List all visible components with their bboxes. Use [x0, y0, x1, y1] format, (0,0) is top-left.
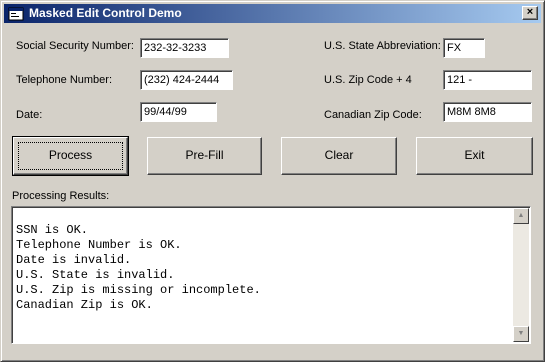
canadian-zip-label: Canadian Zip Code:	[324, 109, 422, 121]
date-field[interactable]: 99/44/99	[140, 102, 217, 122]
zip-label: U.S. Zip Code + 4	[324, 74, 412, 86]
ssn-label: Social Security Number:	[16, 40, 134, 52]
results-textarea[interactable]: SSN is OK. Telephone Number is OK. Date …	[11, 206, 531, 344]
results-text: SSN is OK. Telephone Number is OK. Date …	[16, 223, 261, 312]
exit-button-label: Exit	[464, 148, 485, 162]
scroll-down-icon: ▼	[517, 330, 525, 337]
exit-button[interactable]: Exit	[416, 137, 533, 175]
results-label: Processing Results:	[12, 190, 110, 202]
window-title: Masked Edit Control Demo	[29, 6, 182, 20]
scroll-down-button[interactable]: ▼	[513, 326, 529, 342]
scroll-up-button[interactable]: ▲	[513, 208, 529, 224]
close-button[interactable]: ×	[522, 6, 538, 20]
process-button-label: Process	[48, 148, 93, 162]
main-window: Masked Edit Control Demo × Social Securi…	[0, 0, 545, 362]
ssn-field[interactable]: 232-32-3233	[140, 38, 229, 58]
prefill-button-label: Pre-Fill	[185, 148, 224, 162]
scroll-up-icon: ▲	[517, 212, 525, 219]
date-label: Date:	[16, 109, 43, 121]
clear-button-label: Clear	[324, 148, 354, 162]
prefill-button[interactable]: Pre-Fill	[147, 137, 262, 175]
state-label: U.S. State Abbreviation:	[324, 40, 441, 52]
phone-label: Telephone Number:	[16, 74, 113, 86]
zip-field[interactable]: 121 -	[443, 70, 532, 90]
vertical-scrollbar[interactable]: ▲ ▼	[513, 208, 529, 342]
process-button[interactable]: Process	[12, 136, 129, 176]
title-bar[interactable]: Masked Edit Control Demo ×	[4, 4, 541, 23]
clear-button[interactable]: Clear	[281, 137, 397, 175]
state-field[interactable]: FX	[443, 38, 485, 58]
canadian-zip-field[interactable]: M8M 8M8	[443, 102, 532, 122]
phone-field[interactable]: (232) 424-2444	[140, 70, 233, 90]
close-icon: ×	[526, 6, 534, 18]
app-icon	[8, 7, 24, 21]
